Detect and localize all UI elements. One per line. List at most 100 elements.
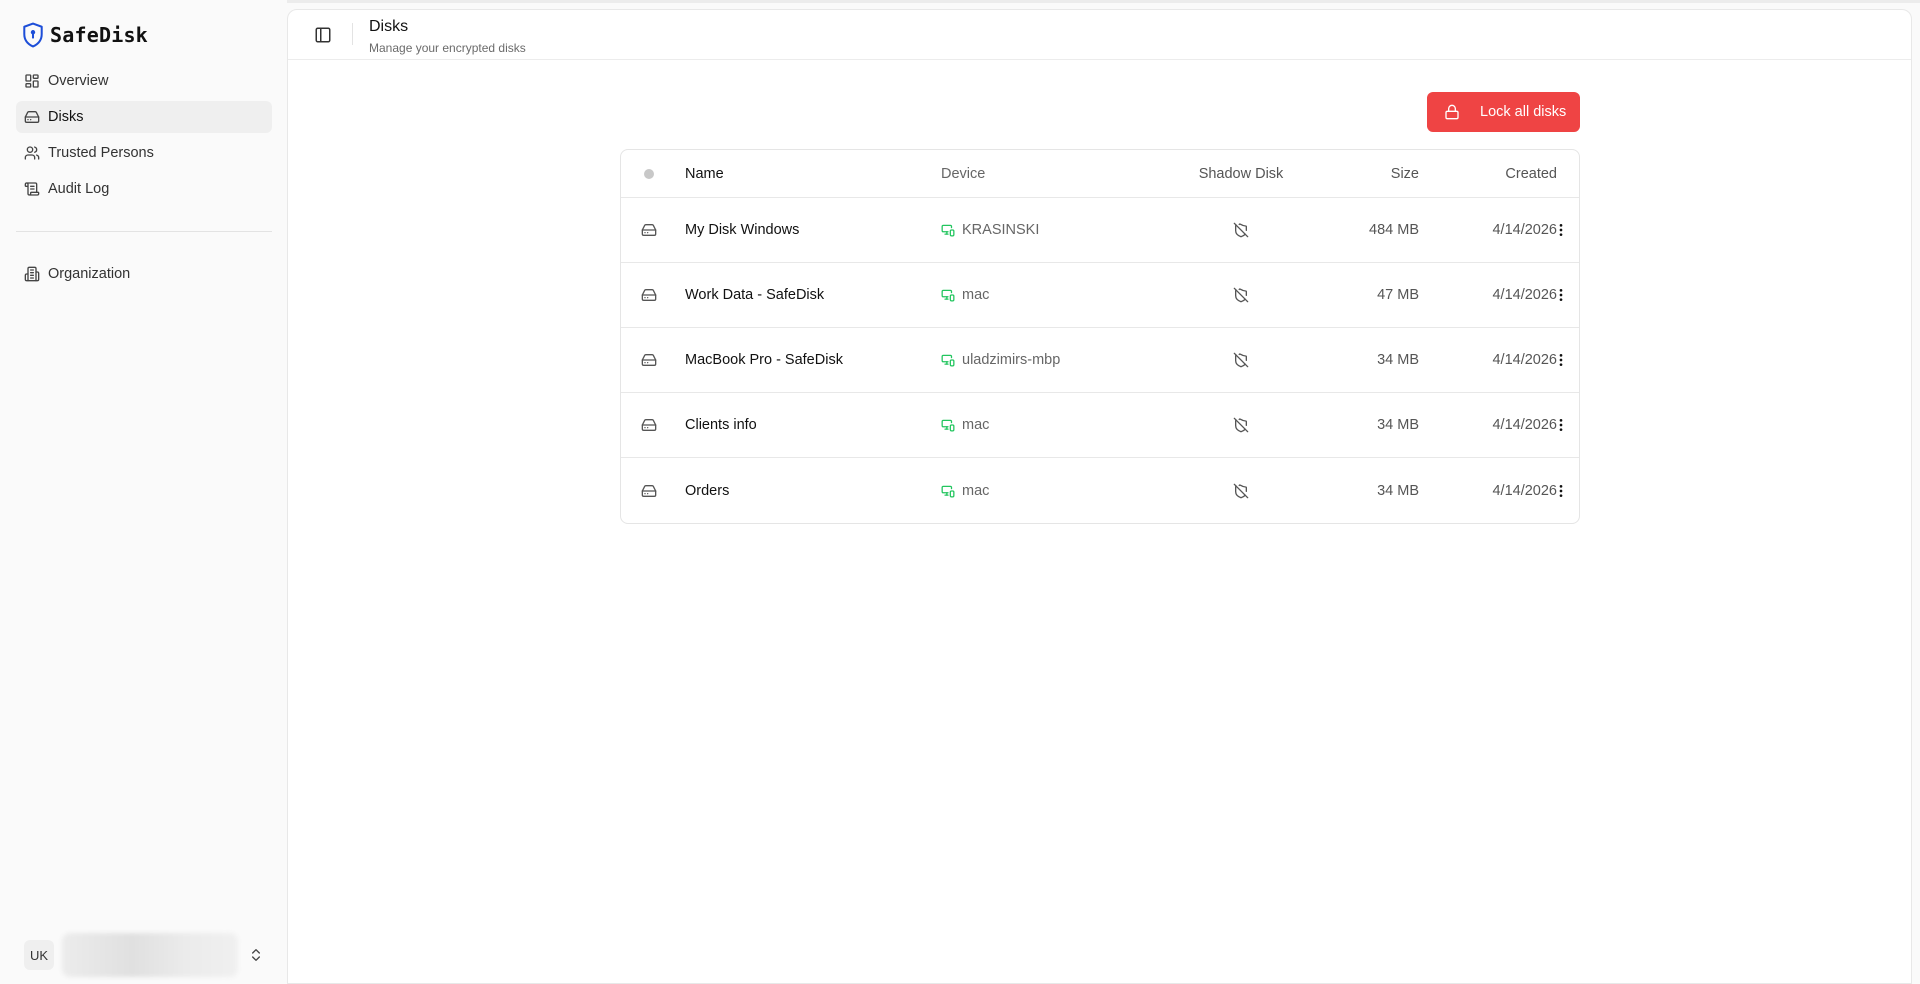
sidebar-item-label: Audit Log bbox=[48, 181, 110, 197]
more-vertical-icon[interactable] bbox=[1553, 483, 1569, 499]
disk-name[interactable]: Clients info bbox=[685, 393, 925, 457]
dashboard-icon bbox=[24, 73, 40, 89]
building-icon bbox=[24, 266, 40, 282]
disk-created-date: 4/14/2026 bbox=[1492, 222, 1557, 238]
disk-name[interactable]: MacBook Pro - SafeDisk bbox=[685, 328, 925, 392]
table-header-row: Name Device Shadow Disk Size Created bbox=[621, 150, 1579, 198]
shadow-disk-cell bbox=[1161, 263, 1321, 327]
disk-size: 484 MB bbox=[1369, 222, 1419, 238]
sidebar-item-disks[interactable]: Disks bbox=[16, 101, 272, 133]
device-cell: mac bbox=[941, 393, 1141, 457]
disk-size: 47 MB bbox=[1377, 287, 1419, 303]
column-header-created[interactable]: Created bbox=[1451, 150, 1557, 197]
device-cell: mac bbox=[941, 263, 1141, 327]
device-name: mac bbox=[962, 417, 990, 433]
disk-created-date: 4/14/2026 bbox=[1492, 352, 1557, 368]
device-name: mac bbox=[962, 482, 990, 499]
shadow-disk-cell bbox=[1161, 393, 1321, 457]
shield-off-icon bbox=[1233, 352, 1249, 368]
column-header-name[interactable]: Name bbox=[685, 150, 925, 197]
device-name: uladzimirs-mbp bbox=[962, 352, 1061, 368]
table-row[interactable]: Clients info mac 34 MB 4/14/2026 bbox=[621, 393, 1579, 458]
disk-size: 34 MB bbox=[1377, 352, 1419, 368]
disk-created-date: 4/14/2026 bbox=[1492, 482, 1557, 499]
scroll-icon bbox=[24, 181, 40, 197]
device-connected-icon bbox=[941, 353, 955, 367]
row-actions-cell bbox=[1553, 458, 1569, 523]
lock-all-label: Lock all disks bbox=[1480, 104, 1567, 120]
main-panel: Disks Manage your encrypted disks Lock a… bbox=[287, 9, 1912, 984]
shield-logo-icon bbox=[22, 22, 44, 48]
sidebar: SafeDisk Overview Disks Trusted Persons … bbox=[0, 0, 287, 984]
device-connected-icon bbox=[941, 288, 955, 302]
shadow-disk-cell bbox=[1161, 458, 1321, 523]
page-title: Disks bbox=[369, 18, 409, 35]
sidebar-toggle-icon[interactable] bbox=[314, 26, 332, 44]
table-row[interactable]: My Disk Windows KRASINSKI 484 MB 4/14/20… bbox=[621, 198, 1579, 263]
more-vertical-icon[interactable] bbox=[1553, 287, 1569, 303]
brand[interactable]: SafeDisk bbox=[22, 22, 148, 48]
disk-created-date: 4/14/2026 bbox=[1492, 287, 1557, 303]
sidebar-item-label: Trusted Persons bbox=[48, 145, 154, 161]
row-icon-cell bbox=[641, 458, 657, 523]
sidebar-item-label: Organization bbox=[48, 266, 131, 282]
device-connected-icon bbox=[941, 418, 955, 432]
lock-icon bbox=[1444, 104, 1460, 120]
device-connected-icon bbox=[941, 484, 955, 498]
hard-drive-icon bbox=[641, 222, 657, 238]
app-name: SafeDisk bbox=[50, 23, 148, 47]
disk-created-date: 4/14/2026 bbox=[1492, 417, 1557, 433]
device-cell: KRASINSKI bbox=[941, 198, 1141, 262]
page-header: Disks Manage your encrypted disks bbox=[288, 10, 1911, 60]
sidebar-item-organization[interactable]: Organization bbox=[16, 258, 272, 290]
header-divider bbox=[352, 23, 353, 45]
row-icon-cell bbox=[641, 393, 657, 457]
row-icon-cell bbox=[641, 328, 657, 392]
sidebar-item-trusted-persons[interactable]: Trusted Persons bbox=[16, 137, 272, 169]
shield-off-icon bbox=[1233, 287, 1249, 303]
column-header-device[interactable]: Device bbox=[941, 150, 1141, 197]
status-dot-icon bbox=[644, 168, 654, 179]
window-top-border bbox=[0, 0, 1920, 3]
redacted-user-name bbox=[62, 933, 238, 977]
status-column-header bbox=[641, 150, 657, 197]
device-name: mac bbox=[962, 287, 990, 303]
more-vertical-icon[interactable] bbox=[1553, 417, 1569, 433]
hard-drive-icon bbox=[641, 417, 657, 433]
row-icon-cell bbox=[641, 263, 657, 327]
disk-name[interactable]: Orders bbox=[685, 458, 925, 523]
shield-off-icon bbox=[1233, 417, 1249, 433]
shield-off-icon bbox=[1233, 222, 1249, 238]
sidebar-item-overview[interactable]: Overview bbox=[16, 65, 272, 97]
sidebar-item-audit-log[interactable]: Audit Log bbox=[16, 173, 272, 205]
disk-size: 34 MB bbox=[1377, 417, 1419, 433]
disk-size: 34 MB bbox=[1377, 482, 1419, 499]
chevrons-up-down-icon bbox=[248, 947, 264, 963]
hard-drive-icon bbox=[24, 109, 40, 125]
disks-table: Name Device Shadow Disk Size Created My … bbox=[620, 149, 1580, 524]
disk-name[interactable]: My Disk Windows bbox=[685, 198, 925, 262]
column-header-size[interactable]: Size bbox=[1311, 150, 1419, 197]
sidebar-item-label: Disks bbox=[48, 109, 84, 125]
more-vertical-icon[interactable] bbox=[1553, 222, 1569, 238]
users-icon bbox=[24, 145, 40, 161]
disk-name[interactable]: Work Data - SafeDisk bbox=[685, 263, 925, 327]
table-row[interactable]: Orders mac 34 MB 4/14/2026 bbox=[621, 458, 1579, 523]
shield-off-icon bbox=[1233, 483, 1249, 499]
shadow-disk-cell bbox=[1161, 328, 1321, 392]
table-row[interactable]: MacBook Pro - SafeDisk uladzimirs-mbp 34… bbox=[621, 328, 1579, 393]
row-actions-cell bbox=[1553, 198, 1569, 262]
more-vertical-icon[interactable] bbox=[1553, 352, 1569, 368]
lock-all-disks-button[interactable]: Lock all disks bbox=[1427, 92, 1580, 132]
avatar: UK bbox=[24, 940, 54, 970]
row-actions-cell bbox=[1553, 328, 1569, 392]
sidebar-item-label: Overview bbox=[48, 73, 109, 89]
device-connected-icon bbox=[941, 223, 955, 237]
sidebar-divider bbox=[16, 231, 272, 232]
device-cell: uladzimirs-mbp bbox=[941, 328, 1141, 392]
row-actions-cell bbox=[1553, 263, 1569, 327]
table-row[interactable]: Work Data - SafeDisk mac 47 MB 4/14/2026 bbox=[621, 263, 1579, 328]
device-name: KRASINSKI bbox=[962, 222, 1040, 238]
column-header-shadow-disk[interactable]: Shadow Disk bbox=[1161, 150, 1321, 197]
user-switcher[interactable]: UK bbox=[24, 933, 274, 977]
